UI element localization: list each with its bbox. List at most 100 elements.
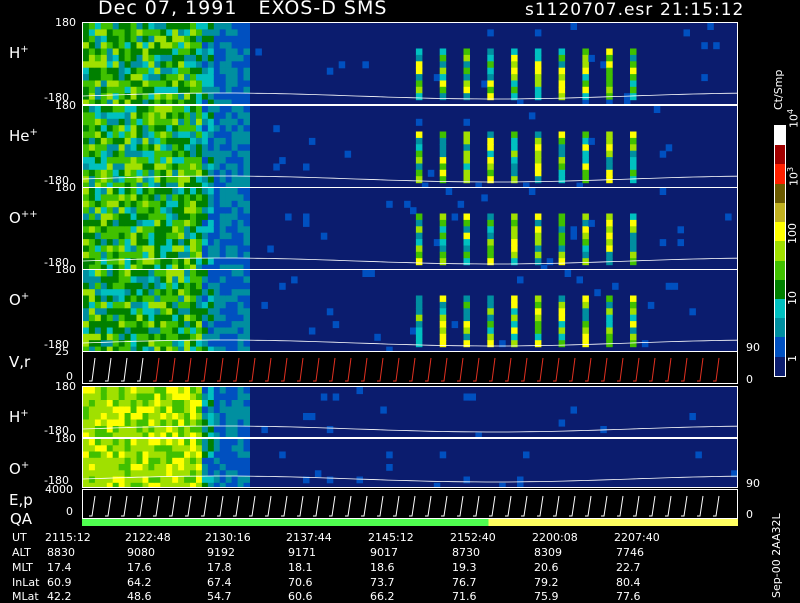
heatmap-cell [231,48,239,56]
heatmap-cell [213,426,221,434]
heatmap-cell [106,239,114,247]
heatmap-cell [88,282,96,290]
heatmap-cell [160,413,167,421]
colorbar-unit: Ct/Smp [772,69,785,110]
heatmap-cell [439,144,447,152]
heatmap-cell [415,176,423,184]
heatmap-cell [558,419,566,427]
heatmap-cell [630,48,637,56]
heatmap-cell [166,301,173,309]
heatmap-cell [231,194,239,202]
heatmap-cell [207,188,215,195]
trace-mark [553,357,560,382]
heatmap-cell [415,54,423,62]
heatmap-cell [130,163,138,171]
heatmap-cell [558,54,566,62]
heatmap-cell [570,232,577,240]
heatmap-cell [184,393,191,401]
heatmap-cell [83,464,90,471]
heatmap-cell [166,308,173,316]
heatmap-cell [190,144,197,152]
heatmap-cell [582,163,589,171]
heatmap-cell [219,80,227,88]
heatmap-cell [231,29,239,37]
trace-mark [249,357,256,382]
heatmap-cell [207,42,215,50]
heatmap-cell [118,23,126,30]
heatmap-cell [136,226,143,234]
heatmap-cell [219,282,227,290]
heatmap-cell [178,426,185,434]
heatmap-cell [142,67,149,75]
heatmap-cell [201,42,209,50]
heatmap-cell [136,163,143,171]
heatmap-cell [190,48,197,56]
heatmap-cell [178,393,185,401]
heatmap-cell [148,169,155,177]
heatmap-cell [100,426,108,434]
trace-mark [665,495,672,517]
heatmap-cell [124,251,132,259]
heatmap-cell [94,308,102,316]
heatmap-cell [207,276,215,284]
heatmap-cell [630,226,637,234]
heatmap-cell [689,308,696,316]
heatmap-cell [118,464,126,471]
heatmap-cell [118,61,126,69]
heatmap-cell [154,251,161,259]
heatmap-cell [118,118,126,126]
heatmap-cell [94,470,102,478]
heatmap-cell [136,80,143,88]
heatmap-cell [178,406,185,414]
heatmap-cell [243,295,250,303]
table-cell: 75.9 [534,590,559,603]
heatmap-cell [106,219,114,227]
heatmap-cell [243,42,250,50]
heatmap-cell [130,144,138,152]
heatmap-cell [166,188,173,195]
heatmap-cell [231,157,239,165]
heatmap-cell [511,245,518,253]
heatmap-cell [154,169,161,177]
heatmap-cell [630,61,637,69]
heatmap-cell [184,321,191,329]
heatmap-cell [124,289,132,297]
heatmap-cell [166,400,173,408]
heatmap-cell [558,67,566,75]
heatmap-cell [130,23,138,30]
heatmap-cell [534,301,542,309]
heatmap-cell [154,340,161,348]
heatmap-cell [112,387,120,395]
heatmap-cell [142,387,149,395]
heatmap-cell [606,169,613,177]
heatmap-cell [148,393,155,401]
heatmap-cell [213,340,221,348]
heatmap-cell [148,276,155,284]
heatmap-cell [231,207,239,215]
heatmap-cell [124,400,132,408]
heatmap-cell [148,400,155,408]
heatmap-cell [190,131,197,139]
table-cell: 18.6 [370,561,395,574]
heatmap-cell [100,470,108,478]
heatmap-cell [196,270,203,277]
heatmap-cell [94,48,102,56]
table-cell: 73.7 [370,576,395,589]
heatmap-cell [201,439,209,446]
heatmap-cell [142,137,149,145]
heatmap-cell [225,219,233,227]
heatmap-cell [207,61,215,69]
heatmap-cell [207,270,215,277]
heatmap-cell [190,482,197,487]
heatmap-cell [237,270,245,277]
heatmap-cell [190,419,197,427]
heatmap-cell [184,476,191,484]
heatmap-cell [83,106,90,113]
heatmap-cell [94,80,102,88]
heatmap-cell [172,276,179,284]
heatmap-cell [308,413,316,421]
heatmap-cell [178,93,185,101]
heatmap-cell [231,54,239,62]
heatmap-cell [689,413,696,421]
heatmap-cell [213,400,221,408]
